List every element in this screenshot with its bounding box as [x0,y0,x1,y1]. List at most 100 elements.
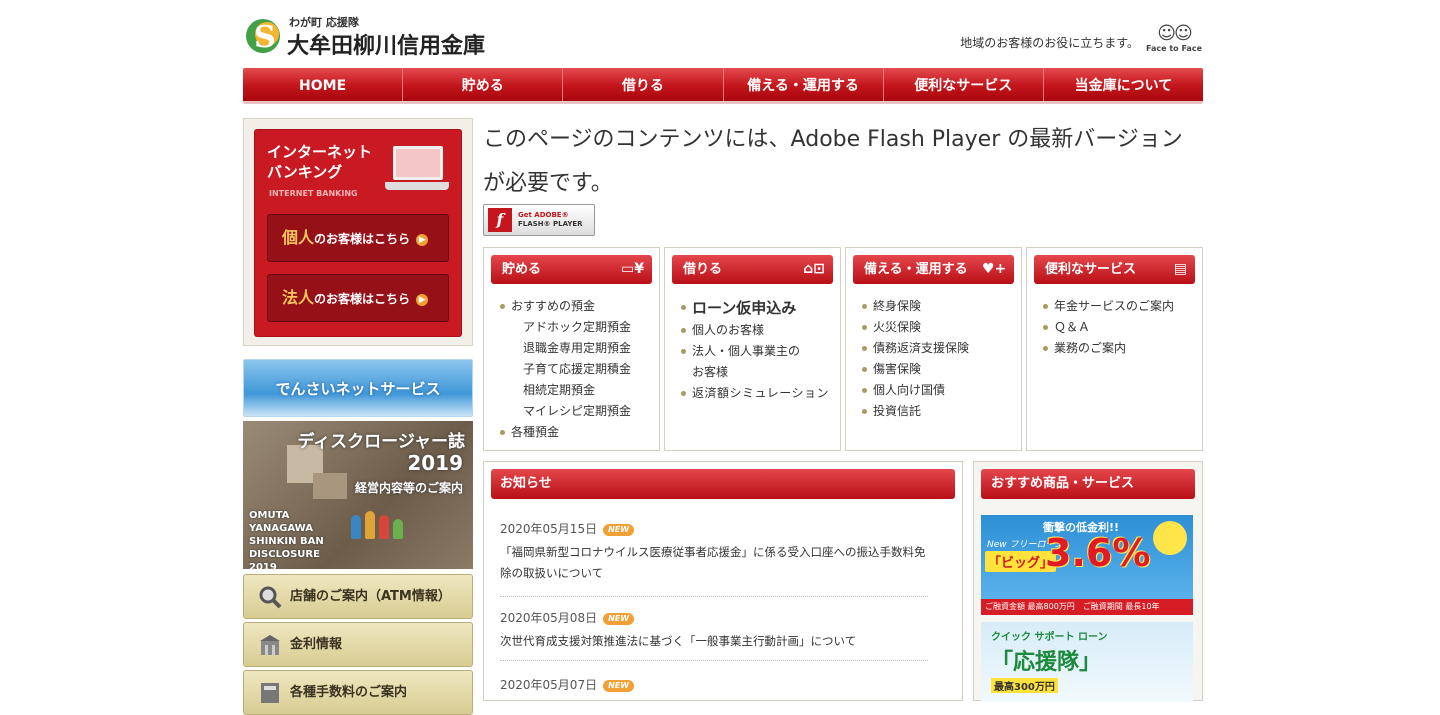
free-loan-big-banner[interactable]: 衝撃の低金利!! New フリーローン 「ビッグ」 3.6% ご融資金額 最高8… [981,515,1193,615]
category-services: 便利なサービス ▤ 年金サービスのご案内 Ｑ＆Ａ 業務のご案内 [1026,247,1203,451]
disclosure-en: OMUTA YANAGAWA SHINKIN BAN DISCLOSURE 20… [249,509,324,569]
flash-required-message: このページのコンテンツには、Adobe Flash Player の最新バージョ… [483,127,1183,196]
densai-net-banner[interactable]: でんさいネットサービス [243,359,473,417]
get-flash-line1: Get ADOBE® [518,211,569,219]
category-services-header[interactable]: 便利なサービス ▤ [1034,255,1195,284]
people-figures [351,495,411,539]
coin-icon [1153,521,1187,555]
site-logo[interactable]: S わが町 応援隊 大牟田柳川信用金庫 [243,14,503,59]
nav-borrow[interactable]: 借りる [563,68,724,101]
category-prepare-header[interactable]: 備える・運用する ♥+ [853,255,1014,284]
nav-services[interactable]: 便利なサービス [884,68,1044,101]
disclosure-en-line: SHINKIN BAN [249,536,324,547]
card-icon: ▤ [1173,261,1187,277]
internet-banking-title: インターネット バンキング [267,142,372,182]
page: S わが町 応援隊 大牟田柳川信用金庫 地域のお客様のお役に立ちます。 ☺☺ F… [243,0,1203,715]
personal-banking-button[interactable]: 個人のお客様はこちら ▶ [267,214,449,262]
news-box: お知らせ 2020年05月15日 NEW 「福岡県新型コロナウイルス医療従事者応援… [483,461,963,701]
corporate-label-big: 法人 [282,288,315,307]
list-item[interactable]: 火災保険 [860,317,1020,338]
nav-save[interactable]: 貯める [403,68,564,101]
list-item[interactable]: 相続定期預金 [498,380,658,401]
logo-mark-icon: S [246,19,280,54]
branch-atm-button[interactable]: 店舗のご案内（ATM情報） [243,574,473,619]
arrow-right-icon: ▶ [416,233,429,246]
news-link[interactable]: 次世代育成支援対策推進法に基づく「一般事業主行動計画」について [500,631,928,652]
list-item[interactable]: 個人向け国債 [860,380,1020,401]
corporate-banking-button[interactable]: 法人のお客様はこちら ▶ [267,274,449,322]
list-item[interactable]: 傷害保険 [860,359,1020,380]
list-item[interactable]: アドホック定期預金 [498,317,658,338]
densai-label: でんさいネットサービス [275,380,441,398]
fees-button[interactable]: 各種手数料のご案内 [243,670,473,715]
list-item[interactable]: お客様 [679,362,839,383]
nav-about[interactable]: 当金庫について [1044,68,1203,101]
list-item[interactable]: おすすめの預金 [498,296,658,317]
personal-label: のお客様はこちら [314,232,411,246]
disclosure-title: ディスクロージャー誌 [297,432,465,452]
list-item[interactable]: Ｑ＆Ａ [1041,317,1201,338]
new-badge: NEW [603,612,635,625]
list-item[interactable]: 業務のご案内 [1041,338,1201,359]
list-item[interactable]: 各種預金 [498,422,658,443]
get-flash-player-button[interactable]: f Get ADOBE® FLASH® PLAYER [483,204,595,236]
branch-atm-label: 店舗のご案内（ATM情報） [290,589,451,604]
internet-banking-panel: インターネット バンキング INTERNET BANKING 個人のお客様はこち… [254,129,462,337]
news-date: 2020年05月15日 NEW [500,520,928,538]
list-item[interactable]: 個人のお客様 [679,320,839,341]
category-title: 備える・運用する [864,262,968,277]
banner-rate: 3.6% [1045,531,1151,575]
news-date-text: 2020年05月07日 [500,678,598,692]
svg-text:S: S [254,20,276,54]
news-item: 2020年05月15日 NEW 「福岡県新型コロナウイルス医療従事者応援金」に係る… [500,520,928,597]
list-item[interactable]: 法人・個人事業主の [679,341,839,362]
flash-logo-icon: f [488,208,512,232]
banner-terms: ご融資金額 最高800万円 ご融資期間 最長10年 [981,599,1193,615]
list-item[interactable]: 終身保険 [860,296,1020,317]
magnifier-icon [259,586,282,609]
personal-label-big: 個人 [282,228,315,247]
category-save-header[interactable]: 貯める ▭¥ [491,255,652,284]
news-link[interactable]: 「福岡県新型コロナウイルス医療従事者応援金」に係る受入口座への振込手数料免除の取… [500,542,928,584]
news-date: 2020年05月08日 NEW [500,609,928,627]
corporate-label: のお客様はこちら [314,292,411,306]
fees-label: 各種手数料のご案内 [290,685,408,700]
nav-prepare-invest[interactable]: 備える・運用する [724,68,884,101]
header-tagline: 地域のお客様のお役に立ちます。 [960,36,1139,50]
category-prepare-list: 終身保険 火災保険 債務返済支援保険 傷害保険 個人向け国債 投資信託 [860,296,1020,422]
quick-support-loan-banner[interactable]: クイック サポート ローン 「応援隊」 最高300万円 [981,622,1193,702]
category-title: 便利なサービス [1045,262,1137,277]
list-item[interactable]: 子育て応援定期積金 [498,359,658,380]
logo-title: 大牟田柳川信用金庫 [287,34,486,59]
global-nav: HOME 貯める 借りる 備える・運用する 便利なサービス 当金庫について [243,68,1203,104]
category-borrow-header[interactable]: 借りる ⌂⊡ [672,255,833,284]
category-services-list: 年金サービスのご案内 Ｑ＆Ａ 業務のご案内 [1041,296,1201,359]
interest-rate-button[interactable]: 金利情報 [243,622,473,667]
disclosure-en-line: YANAGAWA [249,523,313,534]
new-badge: NEW [603,523,635,536]
list-item[interactable]: 退職金専用定期預金 [498,338,658,359]
category-save-list: おすすめの預金 アドホック定期預金 退職金専用定期預金 子育て応援定期積金 相続… [498,296,658,443]
nav-home[interactable]: HOME [243,68,404,101]
laptop-icon [385,146,449,194]
category-borrow: 借りる ⌂⊡ ローン仮申込み 個人のお客様 法人・個人事業主の お客様 返済額シ… [664,247,841,451]
list-item[interactable]: 年金サービスのご案内 [1041,296,1201,317]
list-item[interactable]: 債務返済支援保険 [860,338,1020,359]
house-car-icon: ⌂⊡ [803,261,825,277]
arrow-right-icon: ▶ [416,293,429,306]
internet-banking-en: INTERNET BANKING [269,189,358,198]
face-to-face-logo: ☺☺ Face to Face [1145,24,1203,58]
ib-title-line2: バンキング [267,163,343,181]
list-item[interactable]: 返済額シミュレーション [679,383,839,404]
list-item[interactable]: ローン仮申込み [679,296,839,320]
list-item[interactable]: マイレシピ定期預金 [498,401,658,422]
category-borrow-list: ローン仮申込み 個人のお客様 法人・個人事業主の お客様 返済額シミュレーション [679,296,839,404]
disclosure-en-line: OMUTA [249,510,290,521]
disclosure-en-line: 2019 [249,562,277,569]
list-item[interactable]: 投資信託 [860,401,1020,422]
bank-building-icon [260,635,280,655]
ib-title-line1: インターネット [267,143,373,161]
disclosure-banner[interactable]: ディスクロージャー誌 2019 経営内容等のご案内 OMUTA YANAGAWA… [243,421,473,569]
smiley-faces-icon: ☺☺ [1157,23,1193,44]
banner-product-name: 「応援隊」 [991,650,1102,675]
